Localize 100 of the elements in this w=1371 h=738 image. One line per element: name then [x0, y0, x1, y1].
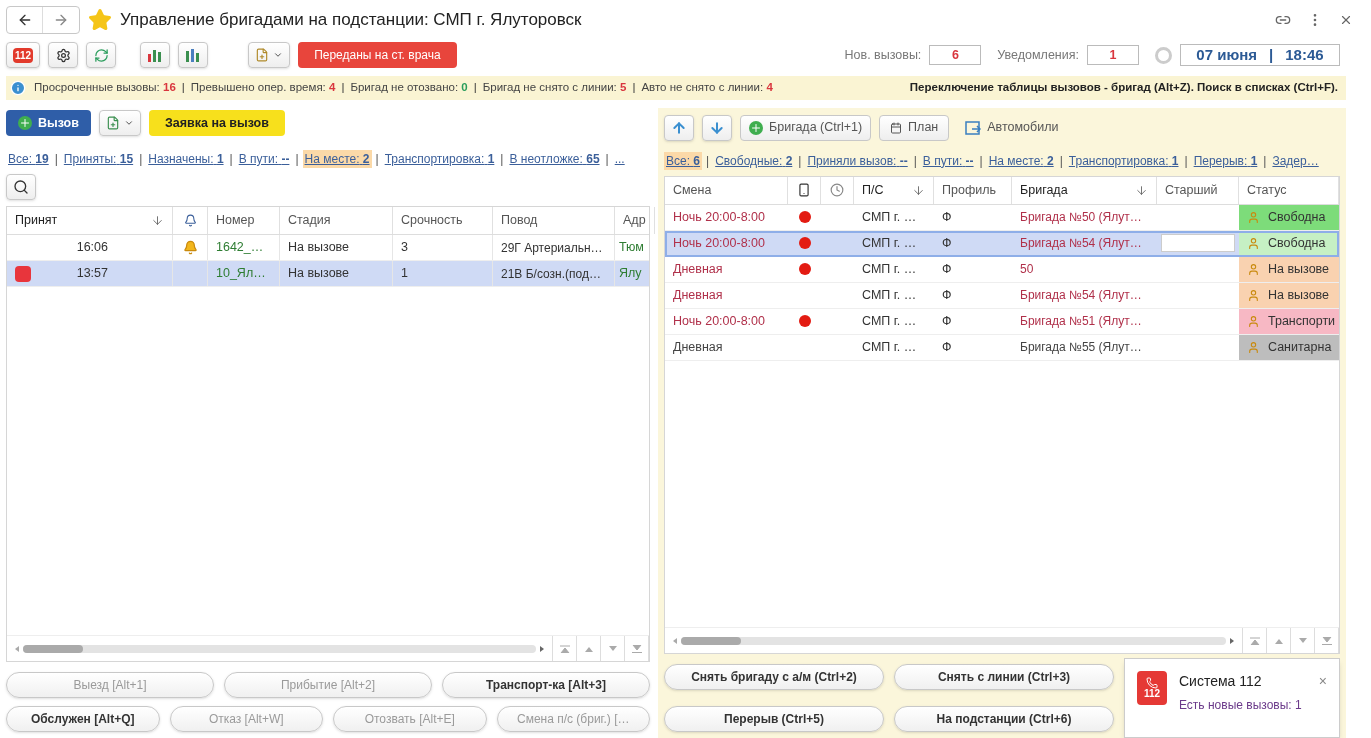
transfer-button[interactable]: Переданы на ст. врача	[298, 42, 457, 68]
column-header[interactable]: Повод	[493, 207, 615, 234]
separator-text: |	[499, 151, 505, 168]
settings-icon	[55, 47, 71, 63]
column-header[interactable]: П/С	[854, 176, 934, 204]
calendar-icon	[890, 121, 903, 134]
column-header[interactable]: Номер	[208, 207, 280, 234]
action-button[interactable]: Снять с линии (Ctrl+3)	[894, 664, 1114, 690]
scroll-first-icon[interactable]	[1249, 636, 1260, 645]
scrollbar-thumb[interactable]	[23, 644, 83, 653]
brigade-row[interactable]: Дневная СМП г. … Ф Бригада №54 (Ялут… На вызове	[665, 282, 1339, 309]
column-header[interactable]: Стадия	[280, 207, 393, 234]
favorite-star-icon[interactable]	[88, 8, 112, 32]
devices-icon	[797, 183, 811, 198]
scrollbar-track[interactable]	[23, 644, 536, 653]
filter-link[interactable]: В пути: --	[236, 150, 292, 168]
scroll-right-icon[interactable]	[540, 645, 544, 652]
scroll-right-icon[interactable]	[1230, 637, 1234, 644]
scroll-first-icon[interactable]	[559, 644, 570, 653]
caret-icon	[123, 118, 134, 128]
column-header[interactable]: Принят	[7, 207, 173, 234]
filter-link[interactable]: Задер…	[1270, 151, 1321, 170]
column-header[interactable]: Старший	[1157, 176, 1239, 204]
filter-link[interactable]: Свободные: 2	[713, 151, 795, 170]
table-cell-text: Ф	[942, 338, 952, 356]
table-cell-text: СМП г. …	[862, 260, 917, 278]
person-icon	[1247, 262, 1260, 276]
scroll-left-icon[interactable]	[15, 645, 19, 652]
filter-link[interactable]: В пути: --	[920, 151, 976, 170]
scroll-left-icon[interactable]	[673, 637, 677, 644]
table-cell-text: 16:06	[76, 239, 108, 257]
brigade-row[interactable]: Ночь 20:00-8:00 СМП г. … Ф Бригада №50 (Ялут… Свободна	[665, 204, 1339, 231]
scroll-last-icon[interactable]	[1321, 636, 1332, 645]
table-cell-text: СМП г. …	[862, 286, 917, 304]
table-cell-text: Ночь 20:00-8:00	[673, 234, 765, 252]
action-button[interactable]: Транспорт-ка [Alt+3]	[442, 672, 650, 698]
search-button[interactable]	[6, 174, 36, 200]
info-icon	[10, 80, 26, 96]
filter-link[interactable]: На месте: 2	[986, 151, 1056, 170]
action-button[interactable]: Перерыв (Ctrl+5)	[664, 706, 884, 732]
scroll-down-icon[interactable]	[1297, 636, 1308, 645]
filter-link[interactable]: Все: 19	[6, 150, 51, 168]
filter-link[interactable]: Приняли вызов: --	[805, 151, 910, 170]
filter-link[interactable]: Все: 6	[664, 151, 703, 170]
scroll-down-icon[interactable]	[607, 644, 618, 653]
status-cell: Свободна	[1239, 204, 1339, 230]
status-cell: Санитарна	[1239, 334, 1339, 360]
scrollbar-thumb[interactable]	[681, 636, 741, 645]
map-chart-button[interactable]	[140, 42, 171, 68]
scrollbar-track[interactable]	[681, 636, 1226, 645]
column-header[interactable]: Адр	[615, 207, 655, 234]
filter-link[interactable]: Назначены: 1	[146, 150, 226, 168]
filter-link[interactable]: Перерыв: 1	[1191, 151, 1260, 170]
filter-link[interactable]: На месте: 2	[302, 150, 372, 168]
table-cell-text: Ф	[942, 208, 952, 226]
separator-text: |	[340, 80, 346, 96]
separator-text: |	[294, 151, 300, 168]
settings-button[interactable]	[48, 42, 79, 68]
plan-button[interactable]: План	[879, 114, 950, 141]
system-112-button[interactable]: 112	[6, 42, 41, 68]
document-menu-button[interactable]	[248, 42, 291, 68]
separator-text: |	[978, 152, 984, 170]
new-calls-label: Нов. вызовы:	[844, 46, 922, 64]
add-document-button[interactable]	[98, 110, 141, 136]
filter-link[interactable]: Приняты: 15	[61, 150, 136, 168]
brigade-row[interactable]: Дневная СМП г. … Ф Бригада №55 (Ялут… Санитарна	[665, 334, 1339, 361]
cars-button[interactable]: Автомобили	[957, 114, 1067, 141]
new-call-button[interactable]: Вызов	[6, 110, 91, 136]
status-cell: Транспорти	[1239, 308, 1339, 334]
column-header[interactable]: Статус	[1239, 176, 1339, 204]
column-header[interactable]: Смена	[665, 176, 788, 204]
add-brigade-button[interactable]: Бригада (Ctrl+1)	[740, 114, 872, 141]
brigade-row[interactable]: Ночь 20:00-8:00 СМП г. … Ф Бригада №54 (Ялут… Свободна	[665, 230, 1339, 257]
close-icon[interactable]	[1339, 13, 1353, 27]
move-up-button[interactable]	[664, 114, 694, 141]
table-cell-text: Бригада №54 (Ялут…	[1020, 235, 1142, 253]
senior-input-field[interactable]	[1161, 234, 1235, 253]
action-button[interactable]: Снять бригаду с а/м (Ctrl+2)	[664, 664, 884, 690]
brigade-row[interactable]: Ночь 20:00-8:00 СМП г. … Ф Бригада №51 (Ялут… Транспорти	[665, 308, 1339, 335]
close-button[interactable]: ×	[1318, 671, 1327, 692]
column-header[interactable]: Профиль	[934, 176, 1012, 204]
action-button[interactable]: Обслужен [Alt+Q]	[6, 706, 160, 732]
column-header[interactable]: Бригада	[1012, 176, 1157, 204]
scroll-last-icon[interactable]	[631, 644, 642, 653]
request-call-button[interactable]: Заявка на вызов	[148, 110, 285, 136]
filter-link[interactable]: ...	[612, 150, 627, 168]
separator-text: |	[912, 152, 918, 170]
filter-link[interactable]: Транспортировка: 1	[1066, 151, 1181, 170]
column-header[interactable]: Срочность	[393, 207, 493, 234]
filter-link[interactable]: Транспортировка: 1	[382, 150, 497, 168]
chart-button[interactable]	[178, 42, 209, 68]
refresh-button[interactable]	[86, 42, 117, 68]
filter-link[interactable]: В неотложке: 65	[507, 150, 602, 168]
table-cell-text: Ночь 20:00-8:00	[673, 312, 765, 330]
action-button[interactable]: На подстанции (Ctrl+6)	[894, 706, 1114, 732]
table-cell-text: 29Г Артериальн…	[501, 239, 603, 257]
plus-icon	[749, 120, 763, 135]
move-down-button[interactable]	[702, 114, 732, 141]
brigade-row[interactable]: Дневная СМП г. … Ф 50 На вызове	[665, 256, 1339, 283]
call-row[interactable]: 13:57 10_Ял… На вызове 1 21В Б/созн.(под… Ялу	[7, 261, 649, 287]
